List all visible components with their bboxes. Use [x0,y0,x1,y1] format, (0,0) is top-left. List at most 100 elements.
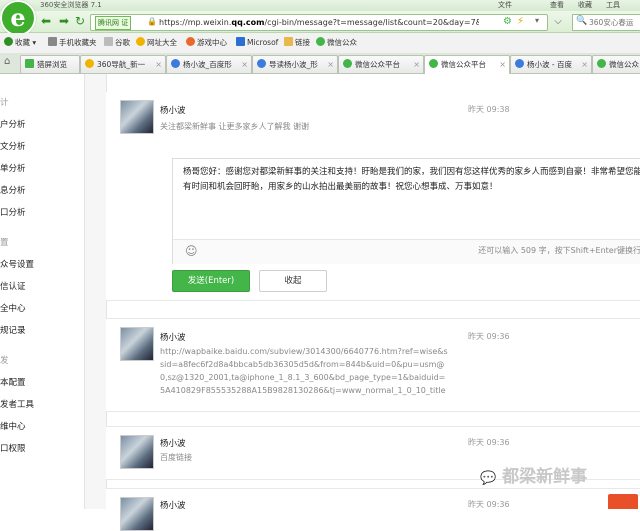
window-title: 360安全浏览器 7.1 [40,1,102,9]
url-text[interactable]: https://mp.weixin.qq.com/cgi-bin/message… [159,15,479,30]
avatar[interactable] [120,100,154,134]
tab-item-active[interactable]: 微信公众平台 × [424,55,510,74]
close-icon[interactable]: × [413,56,420,73]
bookmark-url-directory[interactable]: 网址大全 [136,33,177,53]
home-icon[interactable]: ⌂ [4,56,10,67]
tab-item[interactable]: 导读杨小波_形 × [252,55,338,73]
tab-item[interactable]: 360导航_新一 × [80,55,166,73]
star-icon [4,37,13,46]
close-icon[interactable]: × [155,56,162,73]
sidebar-item-dev-tools[interactable]: 发者工具 [0,398,34,410]
sidebar-item-menu-analysis[interactable]: 单分析 [0,162,26,174]
bookmark-mobile[interactable]: 手机收藏夹 [48,33,97,53]
tab-item[interactable]: 猎屏浏览 [20,55,80,73]
tab-favicon-icon [257,59,266,68]
close-icon[interactable]: × [581,56,588,73]
message-username[interactable]: 杨小波 [160,331,186,343]
sidebar-item-article-analysis[interactable]: 文分析 [0,140,26,152]
sidebar-item-api-analysis[interactable]: 口分析 [0,206,26,218]
menu-view[interactable]: 查看 [550,0,564,10]
address-toolbar: ⬅ ➡ ↻ 腾讯网 证 🔒 https://mp.weixin.qq.com/c… [0,11,640,33]
message-link-text[interactable]: http://wapbaike.baidu.com/subview/301430… [160,345,450,397]
sidebar-item-security-center[interactable]: 全中心 [0,302,26,314]
dropdown-chevron-icon[interactable]: ▾ [535,16,539,25]
message-time: 昨天 09:36 [468,332,510,341]
tab-favicon-icon [429,59,438,68]
folder-icon [236,37,245,46]
reply-textarea[interactable]: 杨哥您好：感谢您对都梁新鲜事的关注和支持！盱眙是我们的家，我们因有您这样优秀的家… [183,165,640,194]
sidebar-item-api-permissions[interactable]: 口权限 [0,442,26,454]
bookmark-google[interactable]: 谷歌 [104,33,130,53]
tab-label: 导读杨小波_形 [269,60,318,69]
bookmark-microsoft[interactable]: Microsof [236,33,278,53]
sidebar-item-account-settings[interactable]: 众号设置 [0,258,34,270]
menu-tools[interactable]: 工具 [606,0,620,10]
search-box[interactable]: 🔍 360安心春运 [572,14,640,31]
close-icon[interactable]: × [499,56,506,73]
sidebar-item-user-analysis[interactable]: 户分析 [0,118,26,130]
refresh-icon[interactable]: ↻ [72,14,88,29]
site-icon [136,37,145,46]
sidebar-item-wechat-verify[interactable]: 信认证 [0,280,26,292]
url-host: mp.weixin. [187,18,232,27]
message-text: 关注都梁新鲜事 让更多家乡人了解我 谢谢 [160,122,310,131]
phone-icon [48,37,57,46]
sidebar-section-stats: 计 [0,98,9,108]
emoji-icon[interactable]: ☺ [185,244,198,258]
tab-item[interactable]: 杨小波 - 百度 × [510,55,592,73]
tab-label: 360导航_新一 [97,60,146,69]
lightning-icon[interactable]: ⚡ [517,16,524,27]
bookmark-game-center[interactable]: 游戏中心 [186,33,227,53]
tab-label: 杨小波 - 百度 [527,60,572,69]
reply-editor[interactable]: 杨哥您好：感谢您对都梁新鲜事的关注和支持！盱眙是我们的家，我们因有您这样优秀的家… [172,158,640,264]
dropdown-chevron-icon[interactable]: ⌵ [550,14,566,29]
send-button[interactable]: 发送(Enter) [172,270,250,292]
menu-file[interactable]: 文件 [498,0,512,10]
tab-label: 微信公众平台 [441,60,486,69]
secure-site-badge[interactable]: 腾讯网 证 [95,16,132,30]
browser-logo-icon: e [0,0,36,36]
message-time: 昨天 09:36 [468,438,510,447]
tab-label: 微信公众 [609,60,639,69]
bookmark-label: 收藏 [15,38,30,47]
watermark: 💬 都梁新鲜事 [480,462,587,487]
corner-badge-icon [608,494,638,509]
message-text: 百度链接 [160,453,192,462]
menu-favorites[interactable]: 收藏 [578,0,592,10]
avatar[interactable] [120,435,154,469]
forward-icon[interactable]: ➡ [56,14,72,29]
sidebar-item-message-analysis[interactable]: 息分析 [0,184,26,196]
tab-strip: ⌂ 猎屏浏览 360导航_新一 × 杨小波_百度形 × 导读杨小波_形 × 微信公众平… [0,53,640,74]
avatar[interactable] [120,327,154,361]
compat-mode-icon[interactable]: ⚙ [503,16,512,27]
close-icon[interactable]: × [241,56,248,73]
bookmark-label: Microsof [247,38,279,47]
back-icon[interactable]: ⬅ [38,14,54,29]
message-username[interactable]: 杨小波 [160,437,186,449]
bookmark-label: 网址大全 [147,38,177,47]
sidebar-item-violation-records[interactable]: 规记录 [0,324,26,336]
collapse-button[interactable]: 收起 [259,270,327,292]
bookmark-wechat-mp[interactable]: 微信公众 [316,33,357,53]
url-scheme: https:// [159,18,188,27]
tab-item[interactable]: 微信公众平台 × [338,55,424,73]
wechat-icon: 💬 [480,471,497,486]
bookmark-links[interactable]: 链接 [284,33,310,53]
sidebar-item-ops-center[interactable]: 维中心 [0,420,26,432]
sidebar-nav: 计 户分析 文分析 单分析 息分析 口分析 置 众号设置 信认证 全中心 规记录… [0,74,85,509]
tab-item[interactable]: 杨小波_百度形 × [166,55,252,73]
close-icon[interactable]: × [327,56,334,73]
bookmark-label: 游戏中心 [197,38,227,47]
address-bar[interactable]: 腾讯网 证 🔒 https://mp.weixin.qq.com/cgi-bin… [90,14,548,31]
tab-item[interactable]: 微信公众 [592,55,640,73]
wechat-icon [316,37,325,46]
tab-label: 微信公众平台 [355,60,400,69]
game-icon [186,37,195,46]
bookmark-favorites[interactable]: 收藏 ▾ [4,33,36,53]
search-input[interactable]: 360安心春运 [589,15,633,30]
sidebar-item-basic-config[interactable]: 本配置 [0,376,26,388]
avatar[interactable] [120,497,154,531]
message-username[interactable]: 杨小波 [160,104,186,116]
bookmark-label: 谷歌 [115,38,130,47]
message-username[interactable]: 杨小波 [160,499,186,511]
